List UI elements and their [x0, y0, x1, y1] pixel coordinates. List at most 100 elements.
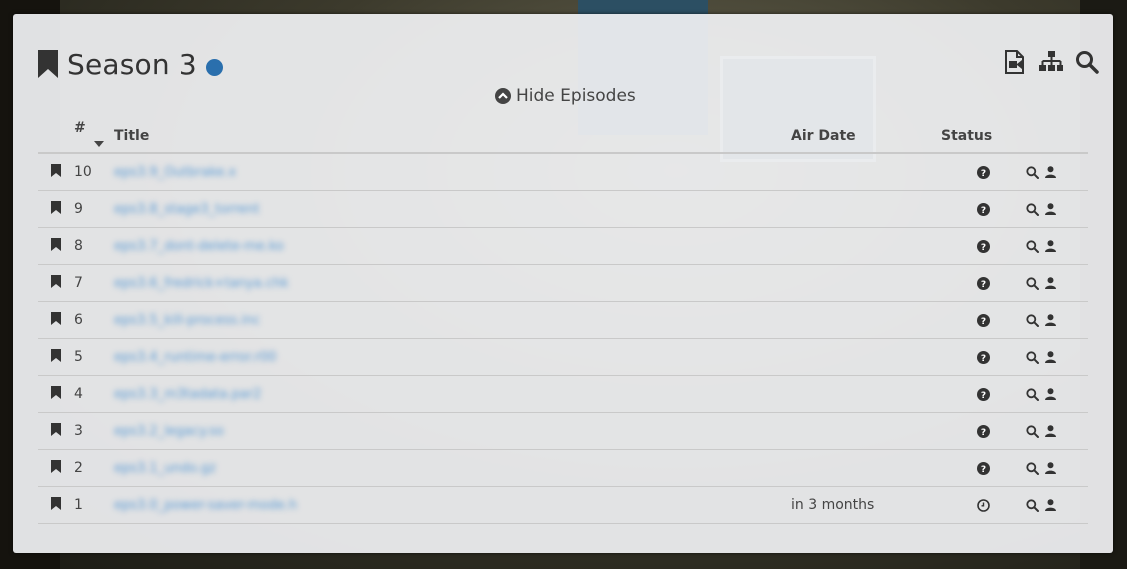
user-icon[interactable] [1045, 203, 1056, 215]
bookmark-icon[interactable] [51, 163, 61, 177]
row-bookmark[interactable] [38, 449, 74, 487]
hide-episodes-toggle[interactable]: Hide Episodes [495, 86, 636, 106]
bookmark-icon[interactable] [51, 200, 61, 214]
episode-number: 2 [74, 449, 114, 487]
bookmark-icon[interactable] [51, 459, 61, 473]
header-status[interactable]: Status [941, 120, 1026, 154]
header-title[interactable]: Title [114, 120, 791, 154]
user-icon[interactable] [1045, 240, 1056, 252]
episode-title[interactable]: eps3.6_fredrick+tanya.chk [114, 264, 791, 302]
episode-number: 5 [74, 338, 114, 376]
bookmark-icon[interactable] [51, 422, 61, 436]
row-bookmark[interactable] [38, 338, 74, 376]
episode-status: ? [941, 338, 1026, 376]
row-bookmark[interactable] [38, 264, 74, 302]
header-number[interactable]: # [74, 120, 114, 154]
episode-title[interactable]: eps3.0_power-saver-mode.h [114, 486, 791, 524]
episode-title[interactable]: eps3.4_runtime-error.r00 [114, 338, 791, 376]
bookmark-icon[interactable] [51, 496, 61, 510]
episode-title[interactable]: eps3.9_Outbrake.x [114, 153, 791, 191]
video-file-icon[interactable] [1003, 50, 1027, 74]
bookmark-icon[interactable] [51, 348, 61, 362]
hide-episodes-label: Hide Episodes [516, 86, 636, 106]
user-icon[interactable] [1045, 166, 1056, 178]
user-icon[interactable] [1045, 351, 1056, 363]
episode-number: 8 [74, 227, 114, 265]
row-bookmark[interactable] [38, 375, 74, 413]
sitemap-icon[interactable] [1039, 50, 1063, 74]
table-row: 5 eps3.4_runtime-error.r00? [38, 338, 1088, 376]
bookmark-icon[interactable] [51, 385, 61, 399]
question-circle-icon: ? [977, 239, 990, 253]
user-icon[interactable] [1045, 499, 1056, 511]
season-status-dot [205, 58, 223, 76]
episode-title-link[interactable]: eps3.9_Outbrake.x [114, 165, 236, 180]
episode-title-link[interactable]: eps3.1_undo.gz [114, 461, 216, 476]
episode-title[interactable]: eps3.8_stage3_torrent [114, 190, 791, 228]
search-icon[interactable] [1026, 350, 1039, 364]
header-bookmark [38, 120, 74, 154]
episode-title[interactable]: eps3.2_legacy.so [114, 412, 791, 450]
search-icon[interactable] [1026, 202, 1039, 216]
svg-text:?: ? [981, 169, 986, 179]
episode-actions [1026, 412, 1088, 450]
episode-title-link[interactable]: eps3.0_power-saver-mode.h [114, 498, 297, 513]
episode-actions [1026, 153, 1088, 191]
episode-title[interactable]: eps3.5_kill-process.inc [114, 301, 791, 339]
search-icon[interactable] [1075, 50, 1099, 74]
user-icon[interactable] [1045, 277, 1056, 289]
episode-air-date [791, 190, 941, 228]
user-icon[interactable] [1045, 462, 1056, 474]
episode-air-date [791, 227, 941, 265]
search-icon[interactable] [1026, 313, 1039, 327]
row-bookmark[interactable] [38, 190, 74, 228]
user-icon[interactable] [1045, 388, 1056, 400]
episode-title-link[interactable]: eps3.7_dont-delete-me.ko [114, 239, 284, 254]
episode-title-link[interactable]: eps3.6_fredrick+tanya.chk [114, 276, 289, 291]
row-bookmark[interactable] [38, 301, 74, 339]
bookmark-icon[interactable] [51, 237, 61, 251]
bookmark-icon[interactable] [37, 50, 59, 78]
bookmark-icon[interactable] [51, 311, 61, 325]
search-icon[interactable] [1026, 424, 1039, 438]
search-icon[interactable] [1026, 387, 1039, 401]
question-circle-icon: ? [977, 461, 990, 475]
row-bookmark[interactable] [38, 486, 74, 524]
search-icon[interactable] [1026, 239, 1039, 253]
episode-status: ? [941, 412, 1026, 450]
row-bookmark[interactable] [38, 412, 74, 450]
episode-air-date [791, 338, 941, 376]
header-air-date[interactable]: Air Date [791, 120, 941, 154]
user-icon[interactable] [1045, 314, 1056, 326]
search-icon[interactable] [1026, 276, 1039, 290]
bookmark-icon[interactable] [51, 274, 61, 288]
search-icon[interactable] [1026, 165, 1039, 179]
chevron-up-circle-icon [495, 88, 511, 104]
row-bookmark[interactable] [38, 227, 74, 265]
svg-text:?: ? [981, 206, 986, 216]
user-icon[interactable] [1045, 425, 1056, 437]
episode-title-link[interactable]: eps3.5_kill-process.inc [114, 313, 260, 328]
row-bookmark[interactable] [38, 153, 74, 191]
episode-title-link[interactable]: eps3.3_m3tadata.par2 [114, 387, 261, 402]
table-row: 7 eps3.6_fredrick+tanya.chk? [38, 264, 1088, 302]
episode-status: ? [941, 153, 1026, 191]
search-icon[interactable] [1026, 498, 1039, 512]
episode-title-link[interactable]: eps3.4_runtime-error.r00 [114, 350, 276, 365]
episode-title[interactable]: eps3.1_undo.gz [114, 449, 791, 487]
episode-title-link[interactable]: eps3.8_stage3_torrent [114, 202, 260, 217]
table-row: 1 eps3.0_power-saver-mode.h in 3 months [38, 486, 1088, 524]
table-row: 2 eps3.1_undo.gz? [38, 449, 1088, 487]
episode-number: 9 [74, 190, 114, 228]
episode-number: 1 [74, 486, 114, 524]
episode-status: ? [941, 449, 1026, 487]
episode-title-link[interactable]: eps3.2_legacy.so [114, 424, 224, 439]
episode-title[interactable]: eps3.3_m3tadata.par2 [114, 375, 791, 413]
episode-title[interactable]: eps3.7_dont-delete-me.ko [114, 227, 791, 265]
header-number-label: # [74, 120, 86, 136]
episode-actions [1026, 338, 1088, 376]
episode-number: 4 [74, 375, 114, 413]
episodes-table: # Title Air Date Status 10 eps3.9_Outbrak… [38, 120, 1088, 524]
search-icon[interactable] [1026, 461, 1039, 475]
episode-status: ? [941, 375, 1026, 413]
